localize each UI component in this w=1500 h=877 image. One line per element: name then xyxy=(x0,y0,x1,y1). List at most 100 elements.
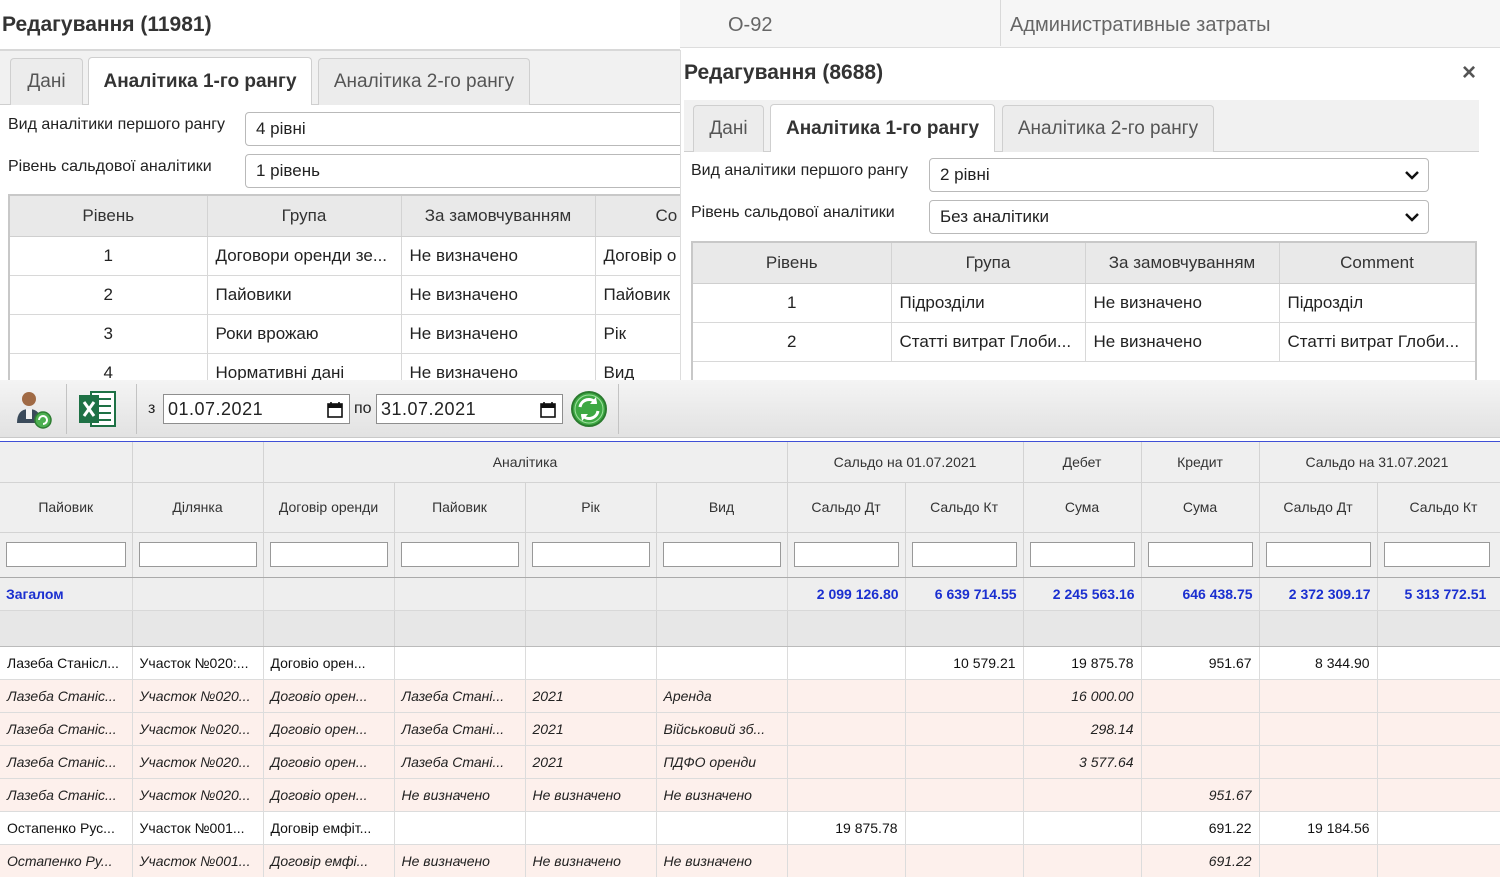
cell xyxy=(905,679,1024,713)
from-date-input[interactable]: 01.07.2021 xyxy=(163,394,350,424)
table-row[interactable]: 4 Нормативні дані Не визначено Вид xyxy=(10,353,680,380)
cell: Лазеба Станіс... xyxy=(0,679,133,713)
filter-input[interactable] xyxy=(1383,542,1490,567)
filter-input[interactable] xyxy=(138,542,257,567)
cell xyxy=(525,811,657,845)
col-header-comment[interactable]: Comment xyxy=(1279,243,1475,284)
filter-input[interactable] xyxy=(1147,542,1253,567)
cell xyxy=(1377,811,1500,845)
filter-input[interactable] xyxy=(400,542,519,567)
filter-input[interactable] xyxy=(911,542,1017,567)
cell xyxy=(1141,610,1260,647)
table-row[interactable]: 2 Пайовики Не визначено Пайовик xyxy=(10,275,680,315)
refresh-button[interactable] xyxy=(562,384,616,434)
col-header-default[interactable]: За замовчуванням xyxy=(1085,243,1280,284)
cell: Не визначено xyxy=(394,844,526,877)
col-header-shareholder[interactable]: Пайовик xyxy=(0,482,133,533)
cell xyxy=(1259,745,1378,779)
calendar-icon[interactable] xyxy=(539,401,557,419)
cell: Лазеба Станіс... xyxy=(0,745,133,779)
cell: Лазеба Станіс... xyxy=(0,778,133,812)
col-header-closing-credit[interactable]: Сальдо Кт xyxy=(1377,482,1500,533)
col-header-group[interactable]: Група xyxy=(891,243,1086,284)
analytics-type-label: Вид аналітики першого рангу xyxy=(8,116,226,133)
col-header-opening-credit[interactable]: Сальдо Кт xyxy=(905,482,1024,533)
analytics-type-select[interactable]: 4 рівні xyxy=(245,112,680,146)
close-icon[interactable]: × xyxy=(1462,59,1476,87)
col-header-closing-debit[interactable]: Сальдо Дт xyxy=(1259,482,1378,533)
col-header-year[interactable]: Рік xyxy=(525,482,657,533)
col-header-lease-contract[interactable]: Договір оренди xyxy=(263,482,395,533)
col-header-level[interactable]: Рівень xyxy=(10,196,208,237)
tab-analytics-rank2[interactable]: Аналітика 2-го рангу xyxy=(318,58,530,105)
col-header-credit-sum[interactable]: Сума xyxy=(1141,482,1260,533)
cell xyxy=(1023,844,1142,877)
cell: Не визначено xyxy=(1085,322,1280,362)
tab-analytics-rank1[interactable]: Аналітика 1-го рангу xyxy=(88,57,312,105)
total-closing-credit: 5 313 772.51 xyxy=(1377,577,1500,611)
col-header-group[interactable]: Група xyxy=(207,196,402,237)
col-header-comment[interactable]: Co xyxy=(595,196,680,237)
total-closing-debit: 2 372 309.17 xyxy=(1259,577,1378,611)
cell: Договіо орен... xyxy=(263,778,395,812)
cell xyxy=(525,577,657,611)
cell xyxy=(1259,778,1378,812)
filter-input[interactable] xyxy=(1029,542,1135,567)
tab-data[interactable]: Дані xyxy=(693,105,764,152)
col-header-debit-sum[interactable]: Сума xyxy=(1023,482,1142,533)
col-header-opening-debit[interactable]: Сальдо Дт xyxy=(787,482,906,533)
tab-analytics-rank2[interactable]: Аналітика 2-го рангу xyxy=(1002,105,1214,152)
export-excel-button[interactable] xyxy=(70,384,124,434)
cell: Пайовики xyxy=(207,275,402,315)
cell xyxy=(1377,778,1500,812)
table-row[interactable]: Остапенко Ру... Участок №001... Договір ем… xyxy=(0,844,1500,877)
cell: Військовий зб... xyxy=(656,712,788,746)
cell: 19 184.56 xyxy=(1259,811,1378,845)
filter-input[interactable] xyxy=(6,542,126,567)
balance-level-select[interactable]: 1 рівень xyxy=(245,154,680,188)
calendar-icon[interactable] xyxy=(326,401,344,419)
cell xyxy=(1141,745,1260,779)
table-row[interactable]: Лазеба Станіс... Участок №020... Договіо о… xyxy=(0,745,1500,779)
background-grid-row: О-92 Административные затраты xyxy=(680,0,1500,48)
col-header-default[interactable]: За замовчуванням xyxy=(401,196,596,237)
table-row[interactable]: Лазеба Станіс... Участок №020... Договіо о… xyxy=(0,778,1500,812)
filter-input[interactable] xyxy=(793,542,899,567)
table-row[interactable]: 2 Статті витрат Глоби... Не визначено Ст… xyxy=(693,322,1475,362)
table-row[interactable]: 3 Роки врожаю Не визначено Рік xyxy=(10,314,680,354)
cell xyxy=(905,844,1024,877)
cell: Не визначено xyxy=(656,778,788,812)
table-row[interactable]: 1 Договори оренди зе... Не визначено Дог… xyxy=(10,236,680,276)
table-row[interactable]: Остапенко Рус... Участок №001... Договір е… xyxy=(0,811,1500,845)
cell: 2021 xyxy=(525,679,657,713)
filter-cell xyxy=(132,532,264,578)
users-refresh-button[interactable] xyxy=(6,384,60,434)
table-row[interactable]: Лазеба Станіс... Участок №020... Договіо о… xyxy=(0,679,1500,713)
analytics-type-select[interactable]: 2 рівні xyxy=(929,158,1429,192)
col-header-plot[interactable]: Ділянка xyxy=(132,482,264,533)
total-opening-credit: 6 639 714.55 xyxy=(905,577,1024,611)
balance-level-select[interactable]: Без аналітики xyxy=(929,200,1429,234)
col-header-analytics-shareholder[interactable]: Пайовик xyxy=(394,482,526,533)
col-header-type[interactable]: Вид xyxy=(656,482,788,533)
column-divider xyxy=(1000,0,1001,46)
to-date-input[interactable]: 31.07.2021 xyxy=(376,394,563,424)
cell xyxy=(905,811,1024,845)
cell: Пайовик xyxy=(595,275,680,315)
table-row[interactable]: Лазеба Станісл... Участок №020:... Договіо… xyxy=(0,646,1500,680)
filter-input[interactable] xyxy=(531,542,650,567)
tab-analytics-rank1[interactable]: Аналітика 1-го рангу xyxy=(770,104,995,152)
filter-input[interactable] xyxy=(1265,542,1371,567)
tab-data[interactable]: Дані xyxy=(10,58,83,105)
cell: Договір емфіт... xyxy=(263,811,395,845)
refresh-icon xyxy=(571,391,607,427)
table-row[interactable]: 1 Підрозділи Не визначено Підрозділ xyxy=(693,283,1475,323)
filter-input[interactable] xyxy=(662,542,781,567)
filter-input[interactable] xyxy=(269,542,388,567)
cell xyxy=(787,844,906,877)
col-header-level[interactable]: Рівень xyxy=(693,243,892,284)
table-row[interactable]: Лазеба Станіс... Участок №020... Договіо о… xyxy=(0,712,1500,746)
toolbar-divider xyxy=(618,384,619,434)
cell: 951.67 xyxy=(1141,778,1260,812)
analytics-type-value: 4 рівні xyxy=(256,119,306,138)
